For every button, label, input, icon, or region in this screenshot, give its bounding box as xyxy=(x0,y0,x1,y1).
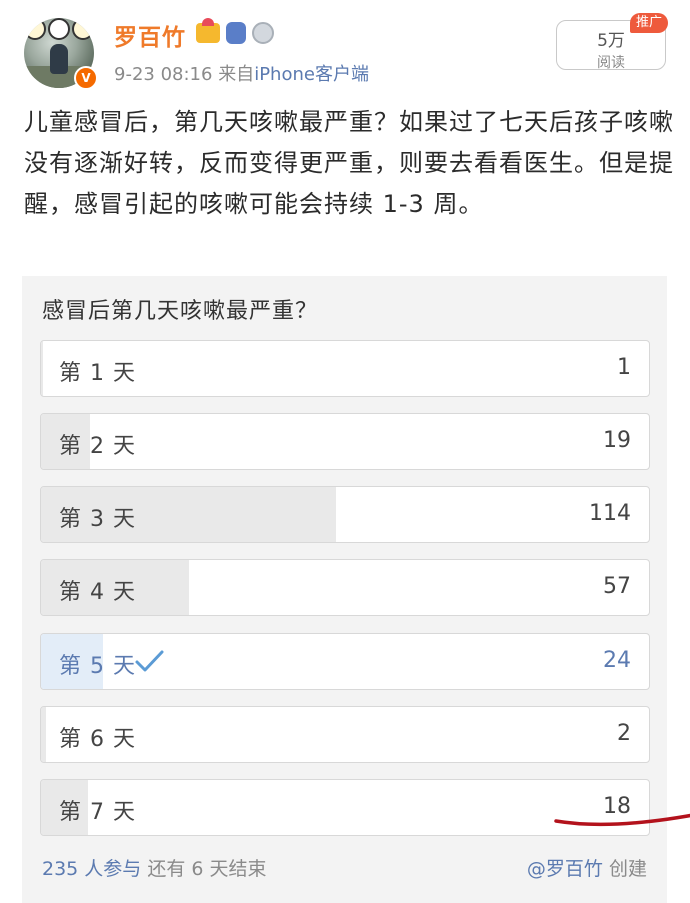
promo-badge[interactable]: 推广 xyxy=(630,13,668,33)
poll-option-count: 1 xyxy=(617,355,631,380)
annotation-stroke xyxy=(554,813,690,827)
post-source[interactable]: iPhone客户端 xyxy=(254,64,369,85)
poll-option[interactable]: 第 1 天 1 xyxy=(40,340,650,397)
poll-option-label: 第 6 天 xyxy=(59,727,136,752)
poll-option-label: 第 4 天 xyxy=(59,580,136,605)
crown-badge-icon[interactable] xyxy=(196,18,220,43)
backpack-badge-icon[interactable] xyxy=(226,22,246,44)
post-text: 儿童感冒后，第几天咳嗽最严重？如果过了七天后孩子咳嗽没有逐渐好转，反而变得更严重… xyxy=(24,108,674,218)
poll-option[interactable]: 第 5 天 24 xyxy=(40,633,650,690)
post-time: 9-23 08:16 xyxy=(114,64,213,85)
poll-option-count: 19 xyxy=(603,428,631,453)
poll-option[interactable]: 第 4 天 57 xyxy=(40,559,650,616)
poll-creator[interactable]: @罗百竹 xyxy=(527,858,603,880)
poll-option-label: 第 3 天 xyxy=(59,507,136,532)
poll-option-count: 114 xyxy=(589,501,631,526)
poll-option-label: 第 7 天 xyxy=(59,800,136,825)
source-prefix: 来自 xyxy=(218,64,255,85)
username[interactable]: 罗百竹 xyxy=(114,18,186,52)
poll-footer-right: @罗百竹 创建 xyxy=(527,854,647,881)
red-underline-annotation xyxy=(554,813,690,827)
poll-question: 感冒后第几天咳嗽最严重？ xyxy=(42,299,319,324)
poll-option-label: 第 5 天 xyxy=(59,654,136,679)
poll-option-count: 2 xyxy=(617,721,631,746)
participant-count[interactable]: 235 人参与 xyxy=(42,858,141,880)
creator-suffix: 创建 xyxy=(608,858,647,880)
poll-option-label: 第 2 天 xyxy=(59,434,136,459)
post-header: V 罗百竹 9-23 08:16 来自iPhone客户端 5万 阅读 推广 xyxy=(0,0,690,90)
poll-option-label: 第 1 天 xyxy=(59,361,136,386)
avatar-figure xyxy=(50,44,68,74)
poll-card: 感冒后第几天咳嗽最严重？ 第 1 天 1 第 2 天 19 第 3 天 114 第 4 天 5… xyxy=(22,276,690,903)
poll-footer-left: 235 人参与 还有 6 天结束 xyxy=(42,854,267,881)
checkmark-icon xyxy=(135,650,164,672)
poll-option-count: 57 xyxy=(603,574,631,599)
post-meta: 9-23 08:16 来自iPhone客户端 xyxy=(114,60,369,86)
user-badges xyxy=(196,18,274,44)
poll-option-fill xyxy=(41,707,47,762)
poll-option-count: 24 xyxy=(603,648,631,673)
remaining-time: 还有 6 天结束 xyxy=(147,858,267,880)
verified-badge-icon: V xyxy=(74,66,98,90)
read-label: 阅读 xyxy=(597,55,625,71)
poll-option[interactable]: 第 3 天 114 xyxy=(40,486,650,543)
medal-badge-icon[interactable] xyxy=(252,22,274,44)
cartoon-sticker-icon xyxy=(24,18,94,42)
poll-option-fill xyxy=(41,341,44,396)
poll-option[interactable]: 第 6 天 2 xyxy=(40,706,650,763)
poll-option[interactable]: 第 2 天 19 xyxy=(40,413,650,470)
